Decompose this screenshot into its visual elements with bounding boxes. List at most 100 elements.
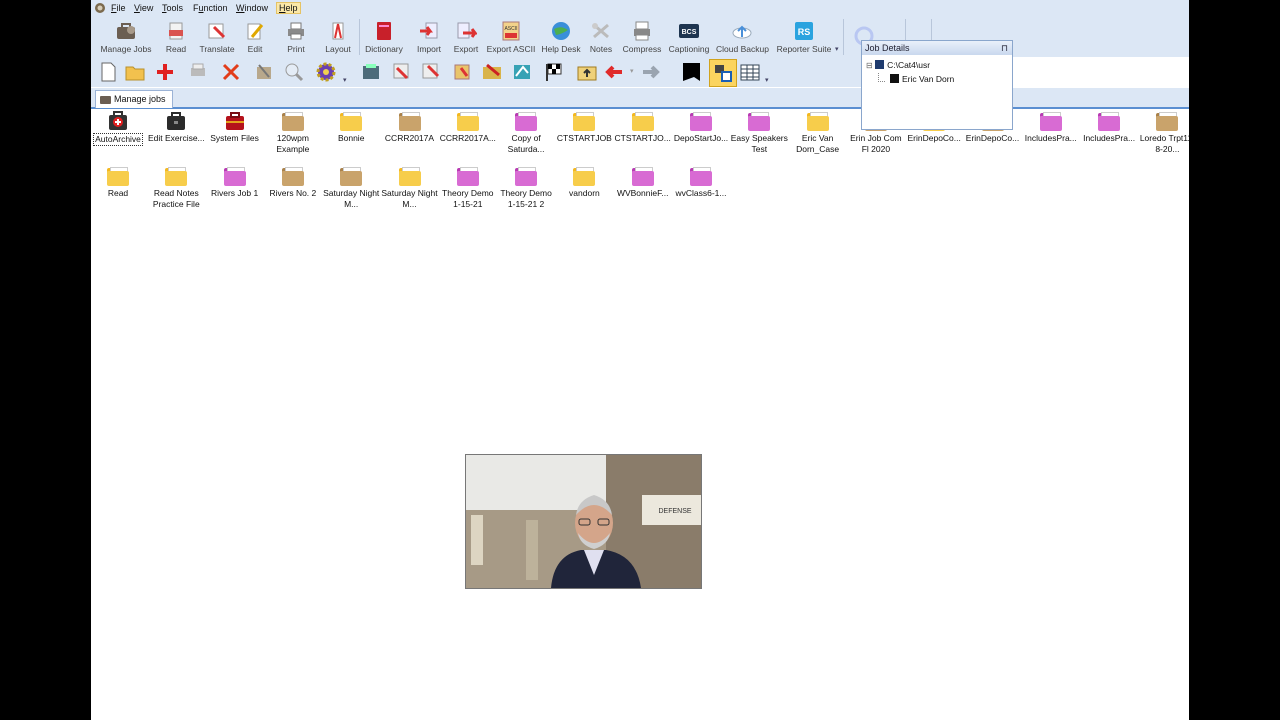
menu-help[interactable]: Help	[276, 2, 301, 14]
job-folder-item[interactable]: DepoStartJo...	[672, 110, 730, 144]
tab-manage-jobs[interactable]: Manage jobs	[95, 90, 173, 108]
backup-job-icon[interactable]	[511, 61, 533, 83]
job-folder-item[interactable]: Edit Exercise...	[147, 110, 205, 144]
forward-arrow-icon[interactable]	[640, 61, 662, 83]
job-folder-item[interactable]: CCRR2017A...	[439, 110, 497, 144]
job-folder-item[interactable]: AutoArchive	[91, 110, 147, 146]
job-folder-item[interactable]: Theory Demo 1-15-21	[439, 165, 497, 210]
job-folder-item[interactable]: Saturday Night M...	[381, 165, 439, 210]
archive-job-icon[interactable]	[481, 61, 503, 83]
ribbon-label: Compress	[622, 44, 662, 54]
pin-icon[interactable]: ⊓	[1001, 41, 1008, 55]
print-small-icon[interactable]	[187, 61, 209, 83]
copy-job-icon[interactable]	[360, 61, 382, 83]
folder-icon	[631, 110, 654, 132]
folder-icon	[107, 165, 129, 187]
export-icon	[455, 21, 478, 41]
folder-icon	[1098, 110, 1121, 132]
job-folder-item[interactable]: Loredo Trpt11-8-20...	[1138, 110, 1189, 155]
webcam-frame: DEFENSE	[466, 455, 701, 588]
edit-button[interactable]: Edit	[232, 19, 278, 56]
dictionary-button[interactable]: Dictionary	[360, 19, 408, 56]
job-folder-item[interactable]: Read Notes Practice File	[147, 165, 205, 210]
export-ascii-button[interactable]: ASCII Export ASCII	[486, 19, 536, 56]
job-folder-item[interactable]: Rivers No. 2	[264, 165, 322, 199]
job-folder-label: Loredo Trpt11-8-20...	[1139, 133, 1189, 154]
folder-icon	[748, 110, 771, 132]
job-folder-item[interactable]: vandorn	[555, 165, 613, 199]
flag-black-icon[interactable]	[680, 61, 702, 83]
cloud-backup-button[interactable]: Cloud Backup	[716, 19, 769, 56]
job-folder-item[interactable]: Rivers Job 1	[206, 165, 264, 199]
job-folder-item[interactable]: Saturday Night M...	[322, 165, 380, 210]
ribbon-label: Cloud Backup	[716, 44, 769, 54]
finish-flag-icon[interactable]	[543, 61, 565, 83]
folder-icon	[806, 110, 829, 132]
back-arrow-icon[interactable]	[603, 61, 625, 83]
delete-icon[interactable]	[220, 61, 242, 83]
move-job-icon[interactable]	[391, 61, 413, 83]
add-icon[interactable]	[154, 61, 176, 83]
application-window: File View Tools Function Window Help Man…	[91, 0, 1189, 720]
job-folder-item[interactable]: wvClass6-1...	[672, 165, 730, 199]
job-folder-item[interactable]: Eric Van Dorn_Case	[789, 110, 847, 155]
new-file-icon[interactable]	[97, 61, 119, 83]
job-folder-label: Erin Job Com Fl 2020	[850, 133, 902, 154]
job-folder-label: Rivers Job 1	[210, 188, 259, 198]
job-folder-item[interactable]: Theory Demo 1-15-21 2	[497, 165, 555, 210]
job-folder-item[interactable]: Copy of Saturda...	[497, 110, 555, 155]
svg-text:RS: RS	[798, 27, 811, 37]
reporter-suite-button[interactable]: RS Reporter Suite	[776, 19, 832, 56]
job-folder-item[interactable]: CTSTARTJOB	[555, 110, 613, 144]
export-button[interactable]: Export	[442, 19, 490, 56]
details-list-icon[interactable]	[739, 61, 761, 83]
job-folder-item[interactable]: Easy Speakers Test	[730, 110, 788, 155]
job-folder-label: Theory Demo 1-15-21	[442, 188, 494, 209]
job-folder-item[interactable]: WVBonnieF...	[614, 165, 672, 199]
toolbar-overflow-icon[interactable]: ▾	[765, 76, 769, 84]
menu-window[interactable]: Window	[236, 3, 268, 13]
ribbon-label: Dictionary	[365, 44, 403, 54]
job-folder-item[interactable]: CTSTARTJO...	[614, 110, 672, 144]
job-folder-item[interactable]: 120wpm Example	[264, 110, 322, 155]
toolbar-overflow-icon[interactable]: ▾	[343, 76, 347, 84]
sort-icon[interactable]	[452, 61, 474, 83]
tree-node-root[interactable]: ⊟ C:\Cat4\usr	[866, 60, 930, 70]
captioning-button[interactable]: BCS Captioning	[664, 19, 714, 56]
job-folder-label: ErinDepoCo...	[907, 133, 961, 143]
split-job-icon[interactable]	[420, 61, 442, 83]
open-folder-icon[interactable]	[124, 61, 146, 83]
job-folder-label: CCRR2017A	[384, 133, 435, 143]
layout-button[interactable]: Layout	[315, 19, 361, 56]
tools-icon[interactable]	[253, 61, 275, 83]
menu-file[interactable]: File	[111, 3, 126, 13]
edit-icon	[244, 21, 266, 41]
menu-tools[interactable]: Tools	[162, 3, 183, 13]
history-dropdown-icon[interactable]: ▾	[630, 67, 634, 75]
job-folder-item[interactable]: IncludesPra...	[1080, 110, 1138, 144]
menu-view[interactable]: View	[134, 3, 153, 13]
import-icon	[418, 21, 440, 41]
gear-icon[interactable]	[315, 61, 337, 83]
view-toggle-active[interactable]	[709, 59, 737, 87]
ribbon-overflow-icon[interactable]: ▾	[835, 45, 839, 53]
print-button[interactable]: Print	[273, 19, 319, 56]
collapse-icon[interactable]: ⊟	[866, 61, 873, 70]
job-folder-item[interactable]: Bonnie	[322, 110, 380, 144]
job-folder-label: wvClass6-1...	[675, 188, 727, 198]
compress-button[interactable]: Compress	[618, 19, 666, 56]
job-folder-item[interactable]: Read	[91, 165, 147, 199]
view-icon-icon	[715, 65, 732, 82]
menu-function[interactable]: Function	[193, 3, 228, 13]
folder-icon	[1156, 110, 1179, 132]
ribbon-separator	[905, 19, 906, 41]
tree-node-child[interactable]: Eric Van Dorn	[890, 74, 954, 84]
job-folder-item[interactable]: CCRR2017A	[381, 110, 439, 144]
up-folder-icon[interactable]	[576, 61, 598, 83]
search-icon[interactable]	[283, 61, 305, 83]
job-details-header: Job Details ⊓	[862, 41, 1012, 55]
job-folder-item[interactable]: System Files	[206, 110, 264, 144]
job-folder-item[interactable]: IncludesPra...	[1022, 110, 1080, 144]
job-folder-label: Easy Speakers Test	[730, 133, 788, 154]
manage-jobs-button[interactable]: Manage Jobs	[100, 19, 152, 56]
